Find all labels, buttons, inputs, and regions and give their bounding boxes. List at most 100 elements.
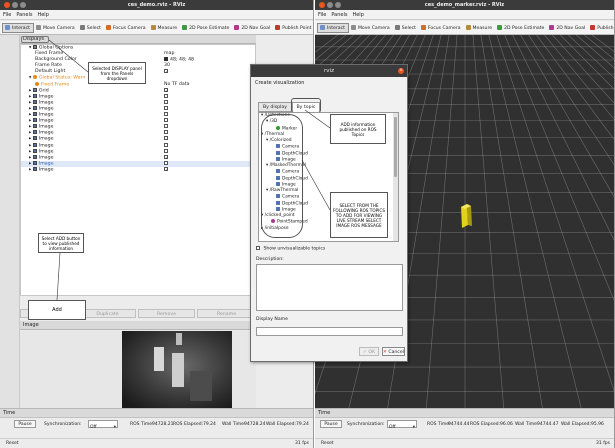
enable-checkbox[interactable]	[164, 142, 168, 147]
tool-label: 2D Nav Goal	[241, 26, 271, 31]
tool-focus-camera[interactable]: Focus Camera	[419, 24, 464, 34]
image-icon	[32, 148, 37, 153]
enable-checkbox[interactable]	[164, 105, 168, 110]
unvisualizable-checkbox[interactable]	[256, 246, 260, 250]
window-minimize-icon[interactable]	[327, 2, 333, 8]
enable-checkbox[interactable]	[164, 130, 168, 135]
goal-arrow-icon	[234, 25, 240, 30]
add-button-callout: Add	[28, 300, 86, 320]
tool-move-camera[interactable]: Move Camera	[349, 24, 393, 34]
ok-button[interactable]: ✓ OK	[359, 347, 379, 356]
interact-icon	[320, 25, 325, 30]
tool-select[interactable]: Select	[393, 24, 419, 34]
cancel-button[interactable]: ✕ Cancel	[382, 347, 405, 356]
window-titlebar[interactable]: ces_demo.rviz - RViz	[0, 0, 313, 10]
unvisualizable-label: Show unvisualizable topics	[263, 246, 326, 252]
pose-arrow-icon	[497, 25, 503, 30]
tool-select[interactable]: Select	[78, 24, 104, 34]
remove-button[interactable]: Remove	[138, 309, 195, 318]
add-callout: Select ADD button to view published info…	[38, 233, 84, 253]
tab-by-display-type[interactable]: By display type	[258, 102, 292, 120]
value-text: No TF data	[164, 81, 190, 87]
sync-select[interactable]: Off ▾	[387, 420, 417, 430]
image-icon	[32, 160, 37, 165]
image-panel-header[interactable]: Image	[20, 321, 256, 330]
display-row-label: Image	[38, 161, 54, 167]
enable-checkbox[interactable]: ✓	[164, 154, 169, 159]
pause-button[interactable]: Pause	[14, 420, 36, 428]
tool-2d-pose-estimate[interactable]: 2D Pose Estimate	[495, 24, 547, 34]
duplicate-button[interactable]: Duplicate	[79, 309, 136, 318]
display-row-label: Frame Rate	[35, 63, 62, 69]
description-box	[256, 264, 403, 311]
display-row-value: ✓	[164, 166, 169, 174]
window-minimize-icon[interactable]	[12, 2, 18, 8]
tool-interact[interactable]: Interact	[317, 23, 349, 33]
tool-label: Interact	[327, 26, 345, 31]
tool-interact[interactable]: Interact	[2, 23, 34, 33]
menu-item-help[interactable]: Help	[352, 12, 363, 18]
menu-item-panels[interactable]: Panels	[16, 12, 32, 18]
value-text: 48; 48; 48	[170, 57, 195, 63]
dialog-titlebar[interactable]: rviz ×	[251, 65, 407, 77]
enable-checkbox[interactable]: ✓	[164, 87, 169, 92]
display-row-label: Image	[38, 155, 54, 161]
tool-2d-nav-goal[interactable]: 2D Nav Goal	[547, 24, 588, 34]
displays-panel-header[interactable]: Displays	[20, 35, 256, 44]
time-panel-header[interactable]: Time	[0, 408, 313, 417]
window-maximize-icon[interactable]	[335, 2, 341, 8]
displays-header-highlight	[21, 36, 49, 43]
window-close-icon[interactable]	[319, 2, 325, 8]
tool-publish-point[interactable]: Publish Point	[588, 24, 614, 34]
window-titlebar[interactable]: ces_demo_marker.rviz - RViz	[315, 0, 614, 10]
sync-label: Synchronization:	[44, 422, 82, 427]
menu-item-help[interactable]: Help	[37, 12, 48, 18]
show-unvisualizable-row[interactable]: Show unvisualizable topics	[256, 246, 325, 252]
display-name-input[interactable]	[256, 327, 403, 336]
enable-checkbox[interactable]	[164, 148, 168, 153]
enable-checkbox[interactable]	[164, 136, 168, 141]
tool-measure[interactable]: Measure	[464, 24, 496, 34]
tool-2d-nav-goal[interactable]: 2D Nav Goal	[232, 24, 273, 34]
time-controls: Pause Synchronization: Off ▾ ROS Time: 9…	[315, 417, 614, 430]
tool-publish-point[interactable]: Publish Point	[273, 24, 313, 34]
time-header-label: Time	[3, 410, 16, 416]
display-row-label: Global Status: Warn	[38, 75, 86, 81]
wall-time-value: 94744.47	[537, 422, 559, 427]
tool-measure[interactable]: Measure	[149, 24, 181, 34]
sync-label: Synchronization:	[347, 422, 385, 427]
enable-checkbox[interactable]	[164, 118, 168, 123]
enable-checkbox[interactable]	[164, 99, 168, 104]
enable-checkbox[interactable]	[164, 160, 168, 165]
image-icon	[32, 112, 37, 117]
menu-item-file[interactable]: File	[3, 12, 11, 18]
reset-button[interactable]: Reset	[321, 439, 334, 448]
tool-2d-pose-estimate[interactable]: 2D Pose Estimate	[180, 24, 232, 34]
enable-checkbox[interactable]	[164, 124, 168, 129]
rename-button[interactable]: Rename	[197, 309, 256, 318]
enable-checkbox[interactable]	[164, 93, 168, 98]
reset-button[interactable]: Reset	[6, 439, 19, 448]
image-icon	[32, 93, 37, 98]
window-title: ces_demo.rviz - RViz	[127, 2, 186, 8]
image-panel	[20, 331, 256, 408]
image-icon	[32, 99, 37, 104]
enable-checkbox[interactable]	[164, 112, 168, 117]
sync-select[interactable]: Off ▾	[88, 420, 118, 430]
enable-checkbox[interactable]: ✓	[164, 69, 169, 74]
enable-checkbox[interactable]: ✓	[164, 166, 169, 171]
window-maximize-icon[interactable]	[20, 2, 26, 8]
display-row[interactable]: ▸ Image ✓	[21, 166, 255, 174]
tool-move-camera[interactable]: Move Camera	[34, 24, 78, 34]
display-row-label: Image	[38, 112, 54, 118]
time-controls: Pause Synchronization: Off ▾ ROS Time: 9…	[0, 417, 313, 430]
tool-focus-camera[interactable]: Focus Camera	[104, 24, 149, 34]
close-icon[interactable]: ×	[398, 68, 404, 74]
menu-item-file[interactable]: File	[318, 12, 326, 18]
tool-label: Publish Point	[597, 26, 614, 31]
window-close-icon[interactable]	[4, 2, 10, 8]
pause-button[interactable]: Pause	[320, 420, 342, 428]
time-panel-header[interactable]: Time	[315, 408, 614, 417]
wall-elapsed-value: 79.24	[296, 422, 309, 427]
menu-item-panels[interactable]: Panels	[331, 12, 347, 18]
